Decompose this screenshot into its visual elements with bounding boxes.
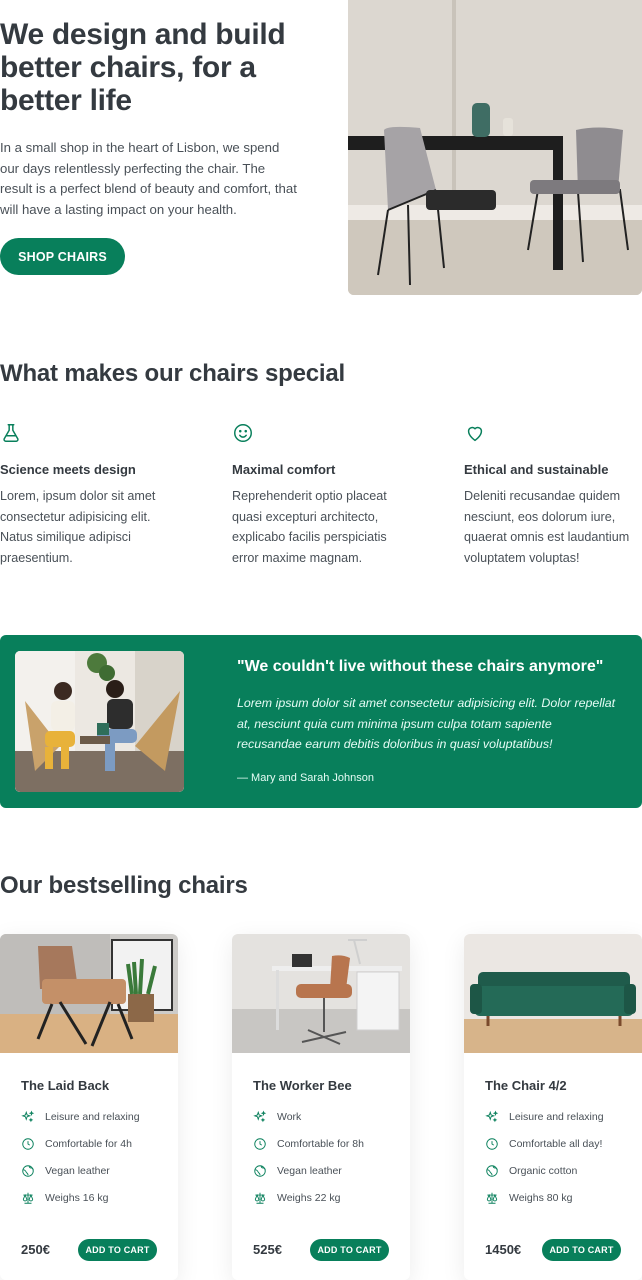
feature-science: Science meets design Lorem, ipsum dolor … [0, 422, 180, 568]
product-attr-label: Weighs 16 kg [45, 1192, 109, 1204]
hero-title: We design and build better chairs, for a… [0, 18, 286, 117]
globe-icon [254, 1165, 266, 1177]
feature-ethical: Ethical and sustainable Deleniti recusan… [464, 422, 642, 568]
product-attr-label: Work [277, 1111, 302, 1123]
product-price: 1450€ [485, 1242, 522, 1257]
product-card: The Chair 4/2 Leisure and relaxing Comfo… [464, 934, 642, 1280]
product-attr: Weighs 22 kg [253, 1191, 340, 1205]
hero-image [348, 0, 642, 295]
product-attr: Weighs 80 kg [485, 1191, 572, 1205]
feature-title: Science meets design [0, 462, 136, 477]
globe-icon [22, 1165, 34, 1177]
product-attr-label: Comfortable all day! [509, 1138, 603, 1150]
feature-text: Deleniti recusandae quidem nesciunt, eos… [464, 489, 630, 565]
product-name: The Chair 4/2 [485, 1078, 567, 1093]
add-to-cart-button[interactable]: ADD TO CART [78, 1239, 157, 1261]
product-attr-label: Weighs 22 kg [277, 1192, 341, 1204]
features-title: What makes our chairs special [0, 360, 346, 387]
testimonial-section: "We couldn't live without these chairs a… [0, 635, 642, 808]
sparkles-icon [253, 1110, 267, 1123]
product-name: The Worker Bee [253, 1078, 352, 1093]
product-attr: Vegan leather [253, 1164, 342, 1178]
scale-icon [486, 1192, 498, 1204]
feature-text: Lorem, ipsum dolor sit amet consectetur … [0, 489, 156, 565]
product-attr-label: Comfortable for 8h [277, 1138, 364, 1150]
flask-icon [3, 424, 19, 442]
globe-icon [486, 1165, 498, 1177]
product-attr: Leisure and relaxing [21, 1110, 140, 1124]
testimonial-author: — Mary and Sarah Johnson [237, 772, 374, 784]
sparkles-icon [485, 1110, 499, 1123]
testimonial-image [15, 651, 184, 792]
product-name: The Laid Back [21, 1078, 110, 1093]
product-attr: Weighs 16 kg [21, 1191, 108, 1205]
feature-comfort: Maximal comfort Reprehenderit optio plac… [232, 422, 412, 568]
product-attr-label: Weighs 80 kg [509, 1192, 573, 1204]
scale-icon [22, 1192, 34, 1204]
product-attr-label: Organic cotton [509, 1165, 578, 1177]
product-attr-label: Vegan leather [277, 1165, 342, 1177]
scale-icon [254, 1192, 266, 1204]
product-attr-label: Comfortable for 4h [45, 1138, 132, 1150]
hero-section: We design and build better chairs, for a… [0, 0, 642, 300]
sparkles-icon [21, 1110, 35, 1123]
clock-icon [254, 1138, 266, 1150]
product-price: 250€ [21, 1242, 50, 1257]
testimonial-quote: "We couldn't live without these chairs a… [237, 658, 604, 675]
product-attr: Work [253, 1110, 301, 1124]
product-attr-label: Leisure and relaxing [45, 1111, 140, 1123]
shop-chairs-button[interactable]: SHOP CHAIRS [0, 238, 125, 275]
testimonial-text: Lorem ipsum dolor sit amet consectetur a… [237, 696, 616, 752]
heart-icon [467, 426, 483, 442]
product-image [0, 934, 178, 1053]
product-image [464, 934, 642, 1053]
products-title: Our bestselling chairs [0, 872, 248, 899]
product-card: The Laid Back Leisure and relaxing Comfo… [0, 934, 178, 1280]
product-attr-label: Vegan leather [45, 1165, 110, 1177]
product-attr: Leisure and relaxing [485, 1110, 604, 1124]
product-attr: Organic cotton [485, 1164, 577, 1178]
hero-description: In a small shop in the heart of Lisbon, … [0, 140, 297, 217]
clock-icon [22, 1138, 34, 1150]
feature-title: Ethical and sustainable [464, 462, 609, 477]
product-attr: Comfortable for 8h [253, 1137, 364, 1151]
product-image [232, 934, 410, 1053]
product-card: The Worker Bee Work Comfortable for 8h V… [232, 934, 410, 1280]
add-to-cart-button[interactable]: ADD TO CART [310, 1239, 389, 1261]
smiley-icon [234, 424, 252, 442]
product-attr: Comfortable for 4h [21, 1137, 132, 1151]
product-attr: Vegan leather [21, 1164, 110, 1178]
add-to-cart-button[interactable]: ADD TO CART [542, 1239, 621, 1261]
product-attr-label: Leisure and relaxing [509, 1111, 604, 1123]
product-price: 525€ [253, 1242, 282, 1257]
feature-title: Maximal comfort [232, 462, 336, 477]
product-attr: Comfortable all day! [485, 1137, 602, 1151]
feature-text: Reprehenderit optio placeat quasi except… [232, 489, 387, 565]
clock-icon [486, 1138, 498, 1150]
